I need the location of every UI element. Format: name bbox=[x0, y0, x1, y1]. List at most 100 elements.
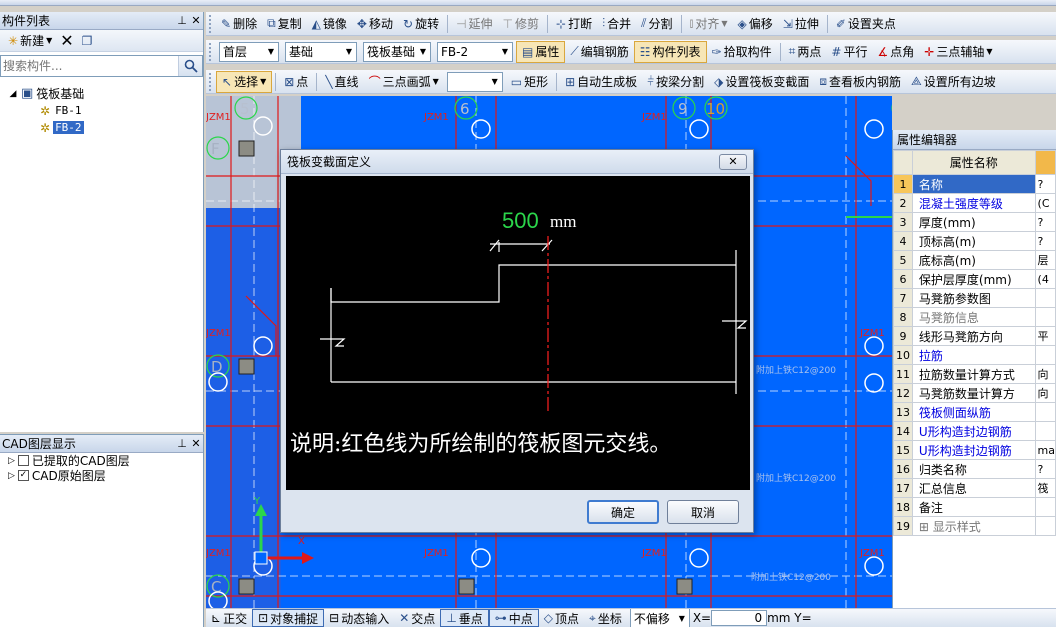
point-angle-button[interactable]: ∡ 点角 bbox=[873, 41, 920, 63]
property-row[interactable]: 18 备注 bbox=[893, 497, 1056, 517]
ok-button[interactable]: 确定 bbox=[587, 500, 659, 524]
property-value[interactable]: ? bbox=[1034, 459, 1056, 479]
tree-item-fb2[interactable]: ✲ FB-2 bbox=[0, 119, 203, 136]
close-icon[interactable]: ✕ bbox=[189, 437, 203, 450]
align-button[interactable]: ⫾ 对齐 ▼ bbox=[685, 13, 733, 35]
copy-component-button[interactable]: ❐ bbox=[78, 31, 97, 51]
search-icon[interactable] bbox=[178, 56, 202, 76]
midpoint-snap[interactable]: ⊶ 中点 bbox=[488, 609, 539, 627]
x-coordinate-input[interactable]: 0 bbox=[711, 610, 768, 626]
merge-button[interactable]: ⫶ 合并 bbox=[597, 13, 636, 35]
property-value[interactable]: 向 bbox=[1034, 383, 1056, 403]
property-row[interactable]: 1 名称? bbox=[893, 174, 1056, 194]
split-by-beam-button[interactable]: ⫩ 按梁分割 bbox=[642, 71, 709, 93]
dynamic-input-toggle[interactable]: ⊟ 动态输入 bbox=[324, 609, 394, 627]
property-row[interactable]: 15 U形构造封边钢筋 ma bbox=[893, 440, 1056, 460]
property-value[interactable] bbox=[1034, 421, 1056, 441]
property-value[interactable]: 层 bbox=[1034, 250, 1056, 270]
property-row[interactable]: 14 U形构造封边钢筋 bbox=[893, 421, 1056, 441]
layer-checkbox[interactable] bbox=[17, 455, 29, 466]
trim-button[interactable]: ⊤ 修剪 bbox=[498, 13, 544, 35]
stretch-button[interactable]: ⇲ 拉伸 bbox=[778, 13, 824, 35]
edit-rebar-button[interactable]: ⟋ 编辑钢筋 bbox=[565, 41, 633, 63]
property-value[interactable] bbox=[1034, 402, 1056, 422]
property-value[interactable]: (4 bbox=[1034, 269, 1056, 289]
property-row[interactable]: 5 底标高(m) 层 bbox=[893, 250, 1056, 270]
view-slab-rebar-button[interactable]: ⧈ 查看板内钢筋 bbox=[814, 71, 906, 93]
toolbar-grip[interactable] bbox=[209, 42, 213, 61]
point-button[interactable]: ⊠ 点 bbox=[279, 71, 313, 93]
auto-generate-slab-button[interactable]: ⊞ 自动生成板 bbox=[560, 71, 642, 93]
property-value[interactable]: ? bbox=[1034, 212, 1056, 232]
split-button[interactable]: ⫽ 分割 bbox=[636, 13, 677, 35]
property-row[interactable]: 7 马凳筋参数图 bbox=[893, 288, 1056, 308]
property-value[interactable]: ? bbox=[1034, 231, 1056, 251]
floor-select[interactable]: 首层 ▼ bbox=[219, 41, 279, 62]
pick-component-button[interactable]: ✑ 拾取构件 bbox=[707, 41, 777, 63]
set-all-slopes-button[interactable]: ⟁ 设置所有边坡 bbox=[906, 71, 1001, 93]
category-select[interactable]: 基础 ▼ bbox=[285, 41, 357, 62]
property-row[interactable]: 19 ⊞ 显示样式 bbox=[893, 516, 1056, 536]
collapse-icon[interactable]: ◢ bbox=[8, 89, 18, 99]
property-row[interactable]: 16 归类名称? bbox=[893, 459, 1056, 479]
delete-component-button[interactable]: ✕ bbox=[56, 31, 77, 51]
property-row[interactable]: 8 马凳筋信息 bbox=[893, 307, 1056, 327]
cancel-button[interactable]: 取消 bbox=[667, 500, 739, 524]
close-icon[interactable]: ✕ bbox=[189, 14, 203, 27]
property-value[interactable]: (C bbox=[1034, 193, 1056, 213]
coordinate-snap[interactable]: ⌖ 坐标 bbox=[584, 609, 627, 627]
property-value[interactable]: ma bbox=[1034, 440, 1056, 460]
intersection-snap[interactable]: ✕ 交点 bbox=[394, 609, 440, 627]
move-button[interactable]: ✥ 移动 bbox=[352, 13, 398, 35]
vertex-snap[interactable]: ◇ 顶点 bbox=[539, 609, 584, 627]
property-value[interactable] bbox=[1034, 497, 1056, 517]
extend-button[interactable]: ⊣ 延伸 bbox=[451, 13, 497, 35]
properties-button[interactable]: ▤ 属性 bbox=[516, 40, 566, 63]
offset-button[interactable]: ◈ 偏移 bbox=[733, 13, 778, 35]
property-row[interactable]: 10 拉筋 bbox=[893, 345, 1056, 365]
three-point-axis-button[interactable]: ✛ 三点辅轴 ▼ bbox=[919, 41, 997, 63]
toolbar-grip[interactable] bbox=[209, 14, 213, 33]
set-grip-button[interactable]: ✐ 设置夹点 bbox=[831, 13, 901, 35]
perpendicular-snap[interactable]: ⊥ 垂点 bbox=[440, 609, 489, 627]
property-value[interactable]: 筏 bbox=[1034, 478, 1056, 498]
property-row[interactable]: 12 马凳筋数量计算方向 bbox=[893, 383, 1056, 403]
component-list-button[interactable]: ☷ 构件列表 bbox=[633, 40, 707, 63]
mirror-button[interactable]: ◭ 镜像 bbox=[307, 13, 352, 35]
property-value[interactable] bbox=[1034, 288, 1056, 308]
copy-button[interactable]: ⧉ 复制 bbox=[262, 13, 307, 35]
dialog-close-button[interactable]: ✕ bbox=[719, 153, 747, 170]
property-row[interactable]: 3 厚度(mm)? bbox=[893, 212, 1056, 232]
draw-mode-select[interactable]: ▼ bbox=[446, 71, 503, 92]
property-row[interactable]: 13 筏板侧面纵筋 bbox=[893, 402, 1056, 422]
property-value[interactable]: 向 bbox=[1034, 364, 1056, 384]
layer-row-extracted[interactable]: ▷ 已提取的CAD图层 bbox=[0, 453, 203, 468]
rectangle-button[interactable]: ▭ 矩形 bbox=[506, 71, 553, 93]
tree-item-fb1[interactable]: ✲ FB-1 bbox=[0, 102, 203, 119]
pin-icon[interactable]: ⊥ bbox=[175, 437, 189, 450]
pin-icon[interactable]: ⊥ bbox=[175, 14, 189, 27]
delete-button[interactable]: ✎ 删除 bbox=[216, 13, 262, 35]
property-value[interactable] bbox=[1034, 516, 1056, 536]
property-row[interactable]: 2 混凝土强度等级 (C bbox=[893, 193, 1056, 213]
property-row[interactable]: 9 线形马凳筋方向平 bbox=[893, 326, 1056, 346]
three-point-arc-button[interactable]: ⌒ 三点画弧 ▼ bbox=[364, 71, 444, 93]
break-button[interactable]: ⊹ 打断 bbox=[551, 13, 597, 35]
rotate-button[interactable]: ↻ 旋转 bbox=[398, 13, 444, 35]
set-variable-section-button[interactable]: ⬗ 设置筏板变截面 bbox=[709, 71, 814, 93]
expand-icon[interactable]: ▷ bbox=[8, 456, 15, 466]
parallel-button[interactable]: # 平行 bbox=[826, 41, 872, 63]
two-point-button[interactable]: ⌗ 两点 bbox=[784, 41, 827, 63]
property-value[interactable]: ? bbox=[1034, 174, 1056, 194]
layer-checkbox[interactable]: ✓ bbox=[17, 470, 29, 481]
select-button[interactable]: ↖ 选择 ▼ bbox=[216, 70, 273, 93]
tree-root[interactable]: ◢ ▣ 筏板基础 bbox=[0, 85, 203, 102]
expand-plus-icon[interactable]: ⊞ bbox=[919, 520, 933, 534]
property-row[interactable]: 6 保护层厚度(mm) (4 bbox=[893, 269, 1056, 289]
property-value[interactable] bbox=[1034, 307, 1056, 327]
property-value[interactable]: 平 bbox=[1034, 326, 1056, 346]
search-input[interactable] bbox=[1, 56, 179, 76]
new-component-button[interactable]: ✳ 新建 ▼ bbox=[4, 31, 56, 51]
expand-icon[interactable]: ▷ bbox=[8, 471, 15, 481]
property-row[interactable]: 17 汇总信息筏 bbox=[893, 478, 1056, 498]
